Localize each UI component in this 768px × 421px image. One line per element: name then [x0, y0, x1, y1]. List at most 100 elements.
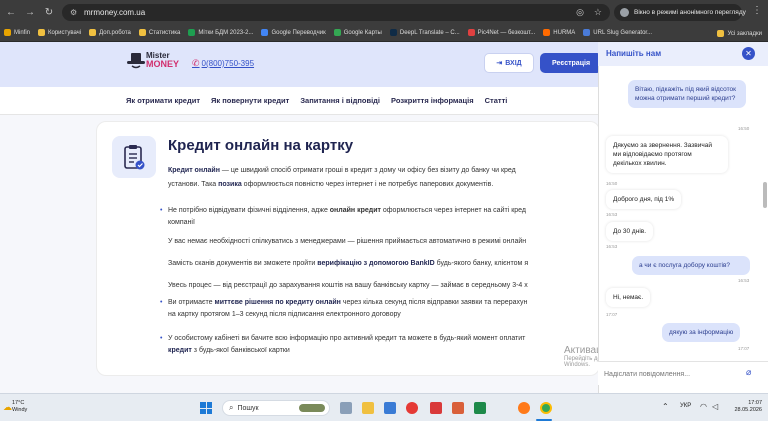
chat-message-operator: До 30 днів.	[606, 222, 654, 241]
chat-title: Напишіть нам	[606, 49, 662, 58]
list-item: Увесь процес — від реєстрації до зарахув…	[168, 280, 598, 292]
message-time: 16:50	[606, 181, 618, 186]
phone-number: 0(800)750-395	[201, 59, 255, 68]
file-explorer-icon[interactable]	[362, 402, 374, 414]
logo-hat-icon[interactable]	[126, 51, 146, 69]
task-view-icon[interactable]	[340, 402, 352, 414]
bookmark-item[interactable]: URL Slug Generator...	[583, 29, 652, 36]
bookmark-icon	[261, 29, 269, 36]
volume-icon[interactable]: ◁	[712, 402, 718, 411]
site-info-icon[interactable]: ⚙	[70, 8, 77, 17]
all-bookmarks[interactable]: Усі закладки	[717, 30, 762, 37]
chat-messages: Вітаю, підкажіть під який відсоток можна…	[598, 66, 768, 361]
url-text: mrmoney.com.ua	[84, 8, 146, 17]
reload-icon[interactable]: ↻	[41, 4, 57, 20]
list-item: Замість сканів документів ви зможете про…	[168, 258, 598, 270]
incognito-badge[interactable]: Вікно в режимі анонімного перегляду	[614, 4, 746, 21]
bookmark-item[interactable]: Користувачі	[38, 29, 81, 36]
chat-header: Напишіть нам ✕	[598, 42, 768, 66]
bookmark-item[interactable]: Доп.робота	[89, 29, 131, 36]
firefox-icon[interactable]	[518, 402, 530, 414]
nav-faq[interactable]: Запитання і відповіді	[300, 96, 380, 105]
start-icon[interactable]	[200, 402, 212, 414]
phone-icon: ✆	[192, 58, 200, 68]
incognito-label: Вікно в режимі анонімного перегляду	[634, 9, 746, 16]
document-icon	[112, 136, 156, 178]
message-time: 16:53	[606, 212, 618, 217]
chat-message-input[interactable]	[604, 366, 744, 382]
nav-disclosure[interactable]: Розкриття інформація	[391, 96, 474, 105]
message-time: 16:53	[738, 278, 750, 283]
article-intro: Кредит онлайн — це швидкий спосіб отрима…	[168, 167, 516, 188]
bookmark-item[interactable]: Google Переводчик	[261, 29, 326, 36]
bookmark-item[interactable]: Pic4Net — безкошт...	[467, 29, 535, 36]
list-item: Не потрібно відвідувати фізичні відділен…	[160, 205, 598, 229]
message-time: 17:07	[606, 312, 618, 317]
bookmark-list: Minfin Користувачі Доп.робота Статистика Міт…	[4, 29, 660, 36]
bookmark-icon	[467, 29, 475, 36]
search-icon: ⌕	[229, 403, 234, 412]
incognito-icon	[620, 8, 629, 17]
windows-taskbar: ☁ 17°C Windy ⌕ Пошук ⌃ УКР ◠ ◁ 17:07 28.…	[0, 393, 768, 421]
chat-message-user: дякую за інформацію	[662, 323, 741, 342]
clock[interactable]: 17:07 28.05.2026	[728, 400, 762, 414]
list-item: У вас немає необхідності спілкуватись з …	[168, 236, 598, 248]
tray-chevron-icon[interactable]: ⌃	[662, 402, 669, 411]
chat-message-user: Вітаю, підкажіть під який відсоток можна…	[628, 80, 746, 108]
nav-how-to-get[interactable]: Як отримати кредит	[126, 96, 200, 105]
register-button[interactable]: Реєстрація	[540, 53, 602, 73]
bookmark-icon	[583, 29, 591, 36]
taskbar-search[interactable]: ⌕ Пошук	[222, 400, 330, 416]
main-nav: Як отримати кредит Як повернути кредит З…	[0, 87, 598, 115]
chat-scrollbar[interactable]	[763, 182, 767, 208]
pdf-icon[interactable]	[430, 402, 442, 414]
chat-message-operator: Дякуємо за звернення. Зазвичай ми відпов…	[606, 136, 728, 173]
chat-input-area: ⌀	[598, 361, 768, 385]
bookmark-item[interactable]: Статистика	[138, 29, 180, 36]
message-time: 17:07	[738, 346, 750, 351]
language-indicator[interactable]: УКР	[680, 403, 691, 409]
eye-off-icon[interactable]: ◎	[576, 7, 584, 18]
bookmark-item[interactable]: HURMA	[543, 29, 575, 36]
bookmark-icon	[188, 29, 196, 36]
attach-icon[interactable]: ⌀	[746, 367, 751, 378]
forward-icon[interactable]: →	[22, 4, 38, 20]
logo[interactable]: Mister MONEY	[146, 52, 180, 69]
nav-articles[interactable]: Статті	[485, 96, 508, 105]
bookmark-item[interactable]: Мітки БДМ 2023-2...	[188, 29, 253, 36]
phone-link[interactable]: ✆ 0(800)750-395	[192, 58, 254, 69]
bookmark-icon	[333, 29, 341, 36]
app-icon[interactable]	[452, 402, 464, 414]
wifi-icon[interactable]: ◠	[700, 402, 707, 411]
list-item: У особистому кабінеті ви бачите всю інфо…	[160, 333, 598, 357]
login-button[interactable]: ⇥ ВХІД	[484, 53, 534, 73]
bookmark-item[interactable]: DeepL Translate – С...	[389, 29, 460, 36]
browser-toolbar: ← → ↻ ⚙ mrmoney.com.ua ◎ ☆ Вікно в режим…	[0, 0, 768, 24]
app-icon[interactable]	[384, 402, 396, 414]
star-icon[interactable]: ☆	[594, 7, 602, 18]
menu-icon[interactable]: ⋮	[752, 5, 762, 16]
close-icon[interactable]: ✕	[742, 47, 755, 60]
address-bar[interactable]: ⚙ mrmoney.com.ua ◎ ☆	[62, 4, 610, 21]
chat-message-user: а чи є послуга добору коштів?	[632, 256, 750, 275]
weather-icon: ☁	[3, 402, 12, 412]
bookmark-icon	[389, 29, 397, 36]
weather-widget[interactable]: 17°C Windy	[12, 400, 27, 414]
logo-bottom: MONEY	[146, 59, 180, 69]
bookmark-icon	[543, 29, 551, 36]
back-icon[interactable]: ←	[3, 4, 19, 20]
chat-message-operator: Ні, немає.	[606, 288, 651, 307]
bookmark-icon	[38, 29, 46, 36]
chat-message-operator: Доброго дня, під 1%	[606, 190, 682, 209]
message-time: 16:50	[738, 126, 750, 131]
folder-icon	[717, 30, 725, 37]
excel-icon[interactable]	[474, 402, 486, 414]
bookmark-item[interactable]: Google Карты	[333, 29, 382, 36]
bookmarks-bar: Minfin Користувачі Доп.робота Статистика Міт…	[0, 24, 768, 42]
opera-icon[interactable]	[406, 402, 418, 414]
page-title: Кредит онлайн на картку	[168, 137, 354, 154]
list-item: Ви отримаєте миттєве рішення по кредиту …	[160, 297, 598, 321]
nav-how-to-repay[interactable]: Як повернути кредит	[211, 96, 289, 105]
bookmark-item[interactable]: Minfin	[4, 29, 30, 36]
chrome-icon[interactable]	[540, 402, 552, 414]
